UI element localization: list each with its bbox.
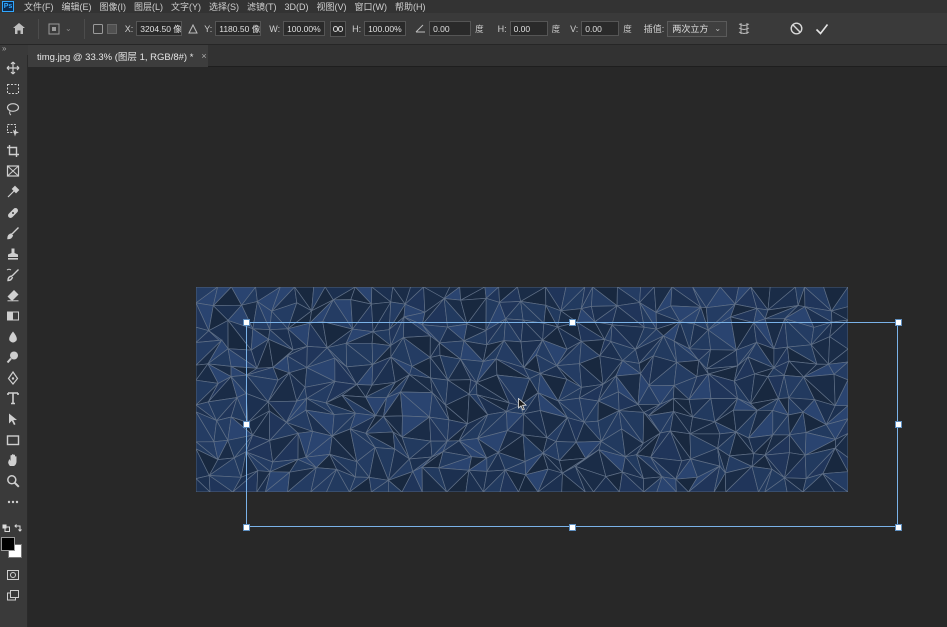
move-tool-icon[interactable] (4, 59, 22, 77)
link-icon[interactable] (330, 20, 347, 37)
y-position-field[interactable]: 1180.50 像 (215, 21, 262, 36)
chevron-down-icon: ⌄ (714, 24, 722, 33)
h-skew-unit: 度 (551, 23, 561, 34)
x-label: X: (124, 23, 134, 34)
x-position-field[interactable]: 3204.50 像 (136, 21, 183, 36)
screen-mode-icon[interactable] (4, 587, 22, 605)
quick-mask-icon[interactable] (4, 566, 22, 584)
menu-item[interactable]: 图层(L) (134, 0, 163, 13)
brush-tool-icon[interactable] (4, 224, 22, 242)
history-brush-tool-icon[interactable] (4, 266, 22, 284)
swap-colors-icon[interactable] (14, 524, 22, 532)
object-select-tool-icon[interactable] (4, 121, 22, 139)
eyedropper-tool-icon[interactable] (4, 183, 22, 201)
menu-item[interactable]: 3D(D) (285, 2, 309, 12)
reference-point-icon[interactable] (45, 23, 63, 35)
mouse-cursor (518, 397, 527, 414)
frame-tool-icon[interactable] (4, 162, 22, 180)
path-select-tool-icon[interactable] (4, 410, 22, 428)
stamp-tool-icon[interactable] (4, 245, 22, 263)
w-label: W: (269, 23, 281, 34)
blur-tool-icon[interactable] (4, 328, 22, 346)
transform-handle-bottom-left[interactable] (242, 523, 250, 531)
marquee-tool-icon[interactable] (4, 80, 22, 98)
dodge-tool-icon[interactable] (4, 348, 22, 366)
zoom-tool-icon[interactable] (4, 472, 22, 490)
crop-tool-icon[interactable] (4, 142, 22, 160)
document-tab-title: timg.jpg @ 33.3% (图层 1, RGB/8#) * (37, 52, 194, 63)
options-bar: ⌄ X: 3204.50 像 Y: 1180.50 像 W: 100.00% H… (0, 13, 947, 45)
transform-bounding-box[interactable] (242, 318, 902, 531)
interpolation-select[interactable]: 两次立方 ⌄ (667, 20, 728, 37)
default-colors-icon[interactable] (2, 524, 10, 532)
healing-tool-icon[interactable] (4, 204, 22, 222)
menu-item[interactable]: 文件(F) (24, 0, 54, 13)
home-icon[interactable] (6, 22, 32, 35)
h-skew-field[interactable]: 0.00 (509, 21, 548, 36)
reference-grid-icon[interactable] (105, 23, 119, 34)
menu-item[interactable]: 图像(I) (100, 0, 127, 13)
menu-item[interactable]: 视图(V) (317, 0, 347, 13)
divider (83, 18, 85, 39)
rotate-angle-icon (411, 24, 429, 33)
menu-item[interactable]: 编辑(E) (62, 0, 92, 13)
height-field[interactable]: 100.00% (364, 21, 407, 36)
reference-point-toggle-icon[interactable] (91, 23, 105, 34)
angle-unit: 度 (475, 23, 484, 34)
h-skew-label: H: (497, 23, 507, 34)
width-field[interactable]: 100.00% (283, 21, 326, 36)
y-label: Y: (204, 23, 213, 34)
tools-panel (0, 55, 28, 627)
chevron-down-icon[interactable]: ⌄ (65, 24, 72, 33)
app-logo[interactable]: Ps (2, 1, 14, 12)
cancel-transform-icon[interactable] (785, 22, 807, 35)
more-tools-icon[interactable] (4, 493, 22, 511)
transform-handle-middle-right[interactable] (894, 421, 902, 428)
pen-tool-icon[interactable] (4, 369, 22, 387)
rotate-angle-field[interactable]: 0.00 (429, 21, 472, 36)
menu-item[interactable]: 滤镜(T) (247, 0, 277, 13)
photoshop-window: Ps 文件(F) 编辑(E) 图像(I) 图层(L) 文字(Y) 选择(S) 滤镜(T) 3D… (0, 0, 947, 627)
transform-handle-bottom-right[interactable] (894, 523, 902, 531)
document-tab-bar: timg.jpg @ 33.3% (图层 1, RGB/8#) * × (28, 45, 947, 67)
menu-item[interactable]: 窗口(W) (355, 0, 388, 13)
v-skew-label: V: (570, 23, 579, 34)
interpolation-label: 插值: (643, 24, 665, 34)
hand-tool-icon[interactable] (4, 451, 22, 469)
commit-transform-icon[interactable] (811, 23, 833, 35)
transform-handle-top-center[interactable] (568, 318, 576, 326)
h-label: H: (352, 23, 362, 34)
interpolation-value: 两次立方 (672, 24, 709, 34)
canvas-area[interactable] (29, 68, 947, 627)
v-skew-field[interactable]: 0.00 (581, 21, 620, 36)
eraser-tool-icon[interactable] (4, 286, 22, 304)
v-skew-unit: 度 (623, 23, 632, 34)
transform-handle-top-left[interactable] (242, 318, 250, 326)
foreground-color-swatch[interactable] (1, 537, 15, 551)
document-tab[interactable]: timg.jpg @ 33.3% (图层 1, RGB/8#) * × (28, 45, 208, 67)
type-tool-icon[interactable] (4, 389, 22, 407)
relative-position-icon[interactable] (182, 23, 204, 34)
menu-item[interactable]: 帮助(H) (395, 0, 426, 13)
menu-bar: Ps 文件(F) 编辑(E) 图像(I) 图层(L) 文字(Y) 选择(S) 滤镜(T) 3D… (0, 0, 947, 13)
transform-handle-middle-left[interactable] (242, 421, 250, 428)
gradient-tool-icon[interactable] (4, 307, 22, 325)
transform-handle-bottom-center[interactable] (568, 523, 576, 531)
close-icon[interactable]: × (201, 51, 206, 61)
lasso-tool-icon[interactable] (4, 100, 22, 118)
toolbar-collapse-icon[interactable]: » (0, 45, 28, 55)
divider (38, 18, 39, 39)
transform-handle-top-right[interactable] (894, 318, 902, 326)
menu-item[interactable]: 文字(Y) (171, 0, 201, 13)
warp-mode-icon[interactable] (731, 22, 757, 35)
menu-item[interactable]: 选择(S) (209, 0, 239, 13)
rectangle-tool-icon[interactable] (4, 431, 22, 449)
